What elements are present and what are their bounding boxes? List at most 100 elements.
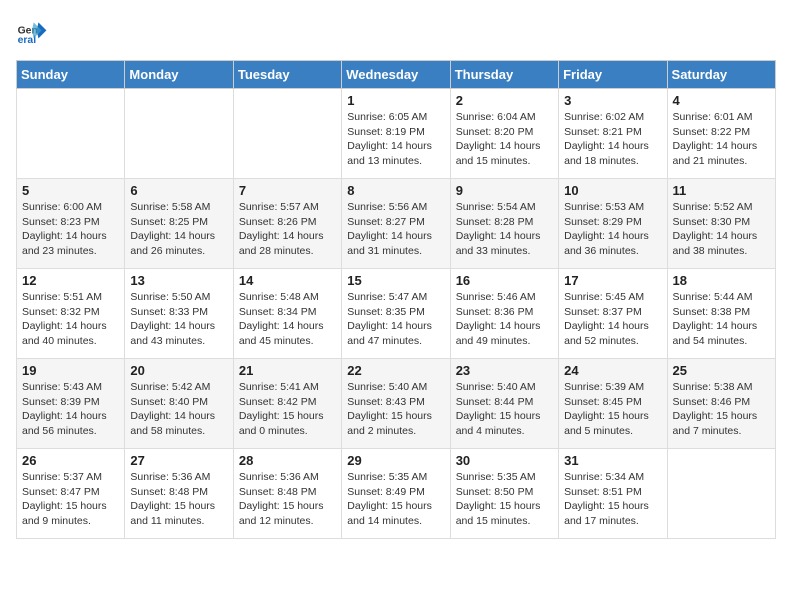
day-number: 11 — [673, 183, 770, 198]
calendar-day-cell: 7 Sunrise: 5:57 AM Sunset: 8:26 PM Daylig… — [233, 179, 341, 269]
calendar-day-cell: 15Sunrise: 5:47 AM Sunset: 8:35 PM Dayli… — [342, 269, 450, 359]
calendar-header-row: SundayMondayTuesdayWednesdayThursdayFrid… — [17, 61, 776, 89]
calendar-day-cell — [17, 89, 125, 179]
calendar-day-cell: 21 Sunrise: 5:41 AM Sunset: 8:42 PM Dayli… — [233, 359, 341, 449]
day-number: 19 — [22, 363, 119, 378]
day-info: Sunrise: 5:46 AM Sunset: 8:36 PM Dayligh… — [456, 290, 553, 349]
calendar-day-cell: 28 Sunrise: 5:36 AM Sunset: 8:48 PM Dayli… — [233, 449, 341, 539]
calendar-day-cell: 19 Sunrise: 5:43 AM Sunset: 8:39 PM Dayli… — [17, 359, 125, 449]
calendar-day-cell: 1 Sunrise: 6:05 AM Sunset: 8:19 PM Daylig… — [342, 89, 450, 179]
day-info: Sunrise: 5:39 AM Sunset: 8:45 PM Dayligh… — [564, 380, 661, 439]
day-info: Sunrise: 5:37 AM Sunset: 8:47 PM Dayligh… — [22, 470, 119, 529]
day-info: Sunrise: 5:43 AM Sunset: 8:39 PM Dayligh… — [22, 380, 119, 439]
day-number: 21 — [239, 363, 336, 378]
day-of-week-header: Wednesday — [342, 61, 450, 89]
day-info: Sunrise: 5:36 AM Sunset: 8:48 PM Dayligh… — [239, 470, 336, 529]
day-info: Sunrise: 5:36 AM Sunset: 8:48 PM Dayligh… — [130, 470, 227, 529]
day-info: Sunrise: 5:34 AM Sunset: 8:51 PM Dayligh… — [564, 470, 661, 529]
day-info: Sunrise: 5:40 AM Sunset: 8:44 PM Dayligh… — [456, 380, 553, 439]
day-info: Sunrise: 5:45 AM Sunset: 8:37 PM Dayligh… — [564, 290, 661, 349]
calendar-day-cell: 12 Sunrise: 5:51 AM Sunset: 8:32 PM Dayli… — [17, 269, 125, 359]
day-number: 24 — [564, 363, 661, 378]
calendar-day-cell: 26 Sunrise: 5:37 AM Sunset: 8:47 PM Dayli… — [17, 449, 125, 539]
day-info: Sunrise: 6:02 AM Sunset: 8:21 PM Dayligh… — [564, 110, 661, 169]
calendar-day-cell: 14 Sunrise: 5:48 AM Sunset: 8:34 PM Dayli… — [233, 269, 341, 359]
calendar-week-row: 19 Sunrise: 5:43 AM Sunset: 8:39 PM Dayli… — [17, 359, 776, 449]
day-number: 27 — [130, 453, 227, 468]
calendar-day-cell: 4 Sunrise: 6:01 AM Sunset: 8:22 PM Daylig… — [667, 89, 775, 179]
calendar-day-cell: 29 Sunrise: 5:35 AM Sunset: 8:49 PM Dayli… — [342, 449, 450, 539]
day-info: Sunrise: 6:01 AM Sunset: 8:22 PM Dayligh… — [673, 110, 770, 169]
logo-icon: Gen eral — [16, 16, 48, 48]
calendar-day-cell: 5 Sunrise: 6:00 AM Sunset: 8:23 PM Daylig… — [17, 179, 125, 269]
day-number: 7 — [239, 183, 336, 198]
day-number: 16 — [456, 273, 553, 288]
day-number: 29 — [347, 453, 444, 468]
day-number: 12 — [22, 273, 119, 288]
day-number: 1 — [347, 93, 444, 108]
calendar-day-cell: 20 Sunrise: 5:42 AM Sunset: 8:40 PM Dayli… — [125, 359, 233, 449]
day-info: Sunrise: 5:42 AM Sunset: 8:40 PM Dayligh… — [130, 380, 227, 439]
calendar-day-cell: 16 Sunrise: 5:46 AM Sunset: 8:36 PM Dayli… — [450, 269, 558, 359]
day-number: 18 — [673, 273, 770, 288]
day-of-week-header: Saturday — [667, 61, 775, 89]
day-number: 23 — [456, 363, 553, 378]
day-info: Sunrise: 5:51 AM Sunset: 8:32 PM Dayligh… — [22, 290, 119, 349]
day-of-week-header: Thursday — [450, 61, 558, 89]
day-info: Sunrise: 5:52 AM Sunset: 8:30 PM Dayligh… — [673, 200, 770, 259]
day-info: Sunrise: 6:00 AM Sunset: 8:23 PM Dayligh… — [22, 200, 119, 259]
calendar-day-cell: 25Sunrise: 5:38 AM Sunset: 8:46 PM Dayli… — [667, 359, 775, 449]
day-info: Sunrise: 5:57 AM Sunset: 8:26 PM Dayligh… — [239, 200, 336, 259]
day-of-week-header: Monday — [125, 61, 233, 89]
day-number: 6 — [130, 183, 227, 198]
calendar-day-cell: 24 Sunrise: 5:39 AM Sunset: 8:45 PM Dayli… — [559, 359, 667, 449]
calendar-day-cell: 17 Sunrise: 5:45 AM Sunset: 8:37 PM Dayli… — [559, 269, 667, 359]
day-info: Sunrise: 5:35 AM Sunset: 8:50 PM Dayligh… — [456, 470, 553, 529]
day-number: 2 — [456, 93, 553, 108]
day-info: Sunrise: 5:58 AM Sunset: 8:25 PM Dayligh… — [130, 200, 227, 259]
calendar-day-cell: 6 Sunrise: 5:58 AM Sunset: 8:25 PM Daylig… — [125, 179, 233, 269]
day-number: 8 — [347, 183, 444, 198]
day-of-week-header: Friday — [559, 61, 667, 89]
calendar-week-row: 5 Sunrise: 6:00 AM Sunset: 8:23 PM Daylig… — [17, 179, 776, 269]
day-number: 14 — [239, 273, 336, 288]
day-info: Sunrise: 5:54 AM Sunset: 8:28 PM Dayligh… — [456, 200, 553, 259]
page-header: Gen eral — [16, 16, 776, 48]
day-of-week-header: Tuesday — [233, 61, 341, 89]
day-number: 20 — [130, 363, 227, 378]
calendar-day-cell: 30 Sunrise: 5:35 AM Sunset: 8:50 PM Dayli… — [450, 449, 558, 539]
day-number: 28 — [239, 453, 336, 468]
calendar-day-cell: 11 Sunrise: 5:52 AM Sunset: 8:30 PM Dayli… — [667, 179, 775, 269]
day-info: Sunrise: 5:50 AM Sunset: 8:33 PM Dayligh… — [130, 290, 227, 349]
calendar-day-cell: 31Sunrise: 5:34 AM Sunset: 8:51 PM Dayli… — [559, 449, 667, 539]
day-info: Sunrise: 5:44 AM Sunset: 8:38 PM Dayligh… — [673, 290, 770, 349]
day-info: Sunrise: 5:35 AM Sunset: 8:49 PM Dayligh… — [347, 470, 444, 529]
calendar-day-cell: 23 Sunrise: 5:40 AM Sunset: 8:44 PM Dayli… — [450, 359, 558, 449]
calendar-day-cell — [125, 89, 233, 179]
day-number: 3 — [564, 93, 661, 108]
calendar-week-row: 26 Sunrise: 5:37 AM Sunset: 8:47 PM Dayli… — [17, 449, 776, 539]
day-info: Sunrise: 6:04 AM Sunset: 8:20 PM Dayligh… — [456, 110, 553, 169]
calendar-day-cell: 22Sunrise: 5:40 AM Sunset: 8:43 PM Dayli… — [342, 359, 450, 449]
day-info: Sunrise: 6:05 AM Sunset: 8:19 PM Dayligh… — [347, 110, 444, 169]
day-info: Sunrise: 5:48 AM Sunset: 8:34 PM Dayligh… — [239, 290, 336, 349]
day-number: 22 — [347, 363, 444, 378]
calendar-week-row: 12 Sunrise: 5:51 AM Sunset: 8:32 PM Dayli… — [17, 269, 776, 359]
day-info: Sunrise: 5:41 AM Sunset: 8:42 PM Dayligh… — [239, 380, 336, 439]
day-number: 30 — [456, 453, 553, 468]
day-of-week-header: Sunday — [17, 61, 125, 89]
calendar-day-cell — [667, 449, 775, 539]
day-number: 17 — [564, 273, 661, 288]
calendar-day-cell: 8 Sunrise: 5:56 AM Sunset: 8:27 PM Daylig… — [342, 179, 450, 269]
day-info: Sunrise: 5:38 AM Sunset: 8:46 PM Dayligh… — [673, 380, 770, 439]
day-number: 5 — [22, 183, 119, 198]
day-number: 15 — [347, 273, 444, 288]
day-number: 10 — [564, 183, 661, 198]
day-info: Sunrise: 5:56 AM Sunset: 8:27 PM Dayligh… — [347, 200, 444, 259]
logo: Gen eral — [16, 16, 52, 48]
day-number: 4 — [673, 93, 770, 108]
day-number: 9 — [456, 183, 553, 198]
day-info: Sunrise: 5:53 AM Sunset: 8:29 PM Dayligh… — [564, 200, 661, 259]
day-number: 26 — [22, 453, 119, 468]
calendar-week-row: 1 Sunrise: 6:05 AM Sunset: 8:19 PM Daylig… — [17, 89, 776, 179]
